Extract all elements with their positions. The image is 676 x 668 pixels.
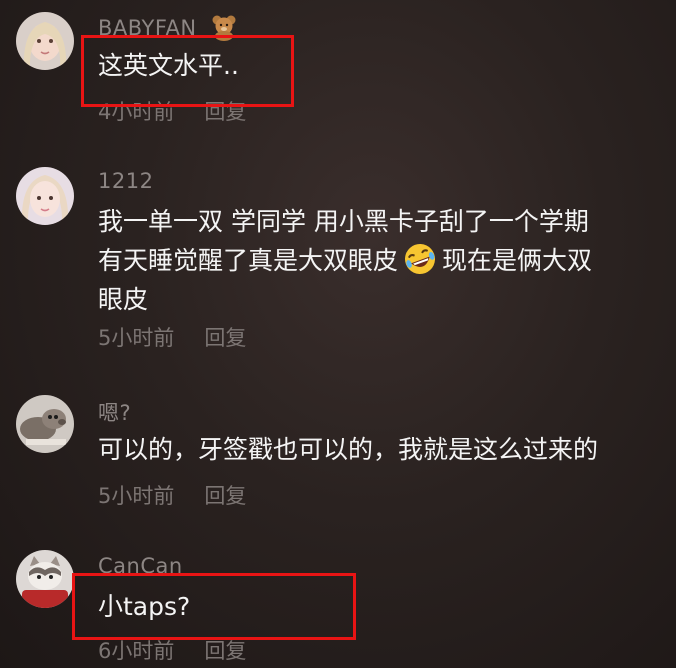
- highlight-box: [72, 573, 356, 640]
- comment-item: CanCan 小taps? 6小时前 回复: [0, 545, 676, 668]
- reply-button[interactable]: 回复: [204, 326, 246, 350]
- timestamp: 5小时前: [98, 484, 175, 508]
- comment-text: 可以的，牙签戳也可以的，我就是这么过来的: [98, 435, 599, 464]
- avatar[interactable]: [16, 167, 74, 225]
- comment-item: BABYFAN 这英文水平.. 4小时前 回复: [0, 0, 676, 140]
- timestamp: 5小时前: [98, 326, 175, 350]
- username[interactable]: 嗯?: [98, 397, 131, 427]
- highlight-box: [81, 35, 294, 107]
- comment-item: 1212 我一单一双 学同学 用小黑卡子刮了一个学期 有天睡觉醒了真是大双眼皮 …: [0, 160, 676, 360]
- reply-button[interactable]: 回复: [204, 484, 246, 508]
- comment-meta: 5小时前 回复: [98, 322, 246, 352]
- avatar[interactable]: [16, 395, 74, 453]
- timestamp: 6小时前: [98, 639, 175, 663]
- comment-meta: 5小时前 回复: [98, 480, 246, 510]
- reply-button[interactable]: 回复: [204, 639, 246, 663]
- comment-item: 嗯? 可以的，牙签戳也可以的，我就是这么过来的 5小时前 回复: [0, 380, 676, 530]
- avatar[interactable]: [16, 550, 74, 608]
- username[interactable]: 1212: [98, 169, 153, 193]
- rofl-emoji-icon: [405, 244, 436, 274]
- avatar[interactable]: [16, 12, 74, 70]
- comment-text: 我一单一双 学同学 用小黑卡子刮了一个学期 有天睡觉醒了真是大双眼皮 现在是俩大…: [98, 207, 593, 314]
